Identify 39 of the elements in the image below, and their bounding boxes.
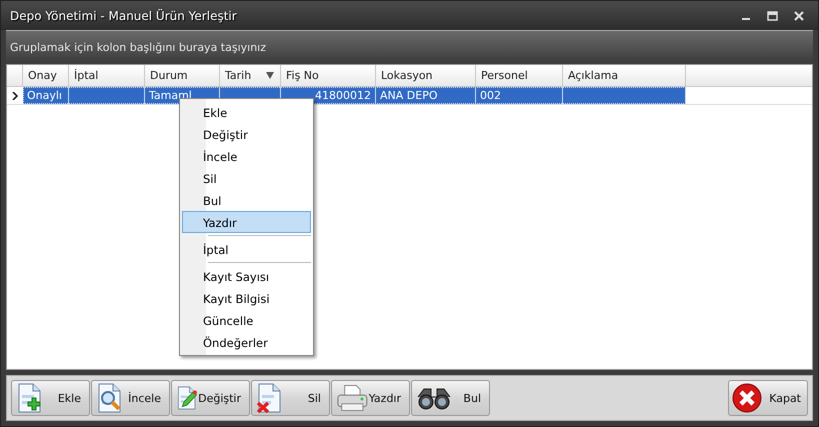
menu-item[interactable]: Öndeğerler — [182, 331, 311, 353]
menu-item[interactable]: Ekle — [182, 101, 311, 123]
column-header[interactable]: Tarih — [220, 65, 281, 86]
column-header[interactable]: Onay — [23, 65, 69, 86]
menu-item[interactable]: Bul — [182, 189, 311, 211]
printer-icon — [336, 383, 369, 413]
menu-item[interactable]: Sil — [182, 167, 311, 189]
maximize-icon[interactable] — [767, 10, 778, 20]
row-indicator-icon — [12, 92, 18, 100]
column-header[interactable]: Açıklama — [563, 65, 686, 86]
column-header[interactable]: Personel — [476, 65, 563, 86]
window-title: Depo Yönetimi - Manuel Ürün Yerleştir — [10, 8, 238, 22]
menu-item[interactable]: Kayıt Bilgisi — [182, 287, 311, 309]
table-cell: 41800012 — [315, 89, 371, 102]
toolbar-button[interactable]: İncele — [91, 380, 170, 416]
table-row[interactable]: Onaylı Tamaml 41800012 ANA DEPO 002 — [23, 87, 686, 104]
close-circle-icon — [732, 383, 762, 413]
table-cell: ANA DEPO — [380, 89, 438, 102]
menu-item[interactable]: Güncelle — [182, 309, 311, 331]
column-header[interactable]: İptal — [69, 65, 145, 86]
toolbar-button[interactable]: Sil — [251, 380, 330, 416]
column-header[interactable]: Durum — [145, 65, 220, 86]
toolbar-button[interactable]: Değiştir — [171, 380, 250, 416]
menu-item[interactable]: Değiştir — [182, 123, 311, 145]
menu-item[interactable]: İncele — [182, 145, 311, 167]
toolbar-button[interactable]: Yazdır — [331, 380, 410, 416]
table-cell: Tamaml — [149, 89, 192, 102]
table-cell: 002 — [480, 89, 501, 102]
menu-item[interactable]: Yazdır — [182, 211, 311, 233]
close-button[interactable]: Kapat — [728, 380, 808, 416]
group-by-hint: Gruplamak için kolon başlığını buraya taşıyınız — [10, 41, 266, 54]
menu-item[interactable]: İptal — [182, 238, 311, 260]
close-icon[interactable] — [794, 10, 804, 20]
toolbar-button[interactable]: Ekle — [11, 380, 90, 416]
column-header[interactable]: Fiş No — [281, 65, 376, 86]
column-header[interactable]: Lokasyon — [376, 65, 476, 86]
table-cell: Onaylı — [27, 89, 62, 102]
toolbar-button[interactable]: Bul — [411, 380, 490, 416]
menu-item[interactable]: Kayıt Sayısı — [182, 265, 311, 287]
